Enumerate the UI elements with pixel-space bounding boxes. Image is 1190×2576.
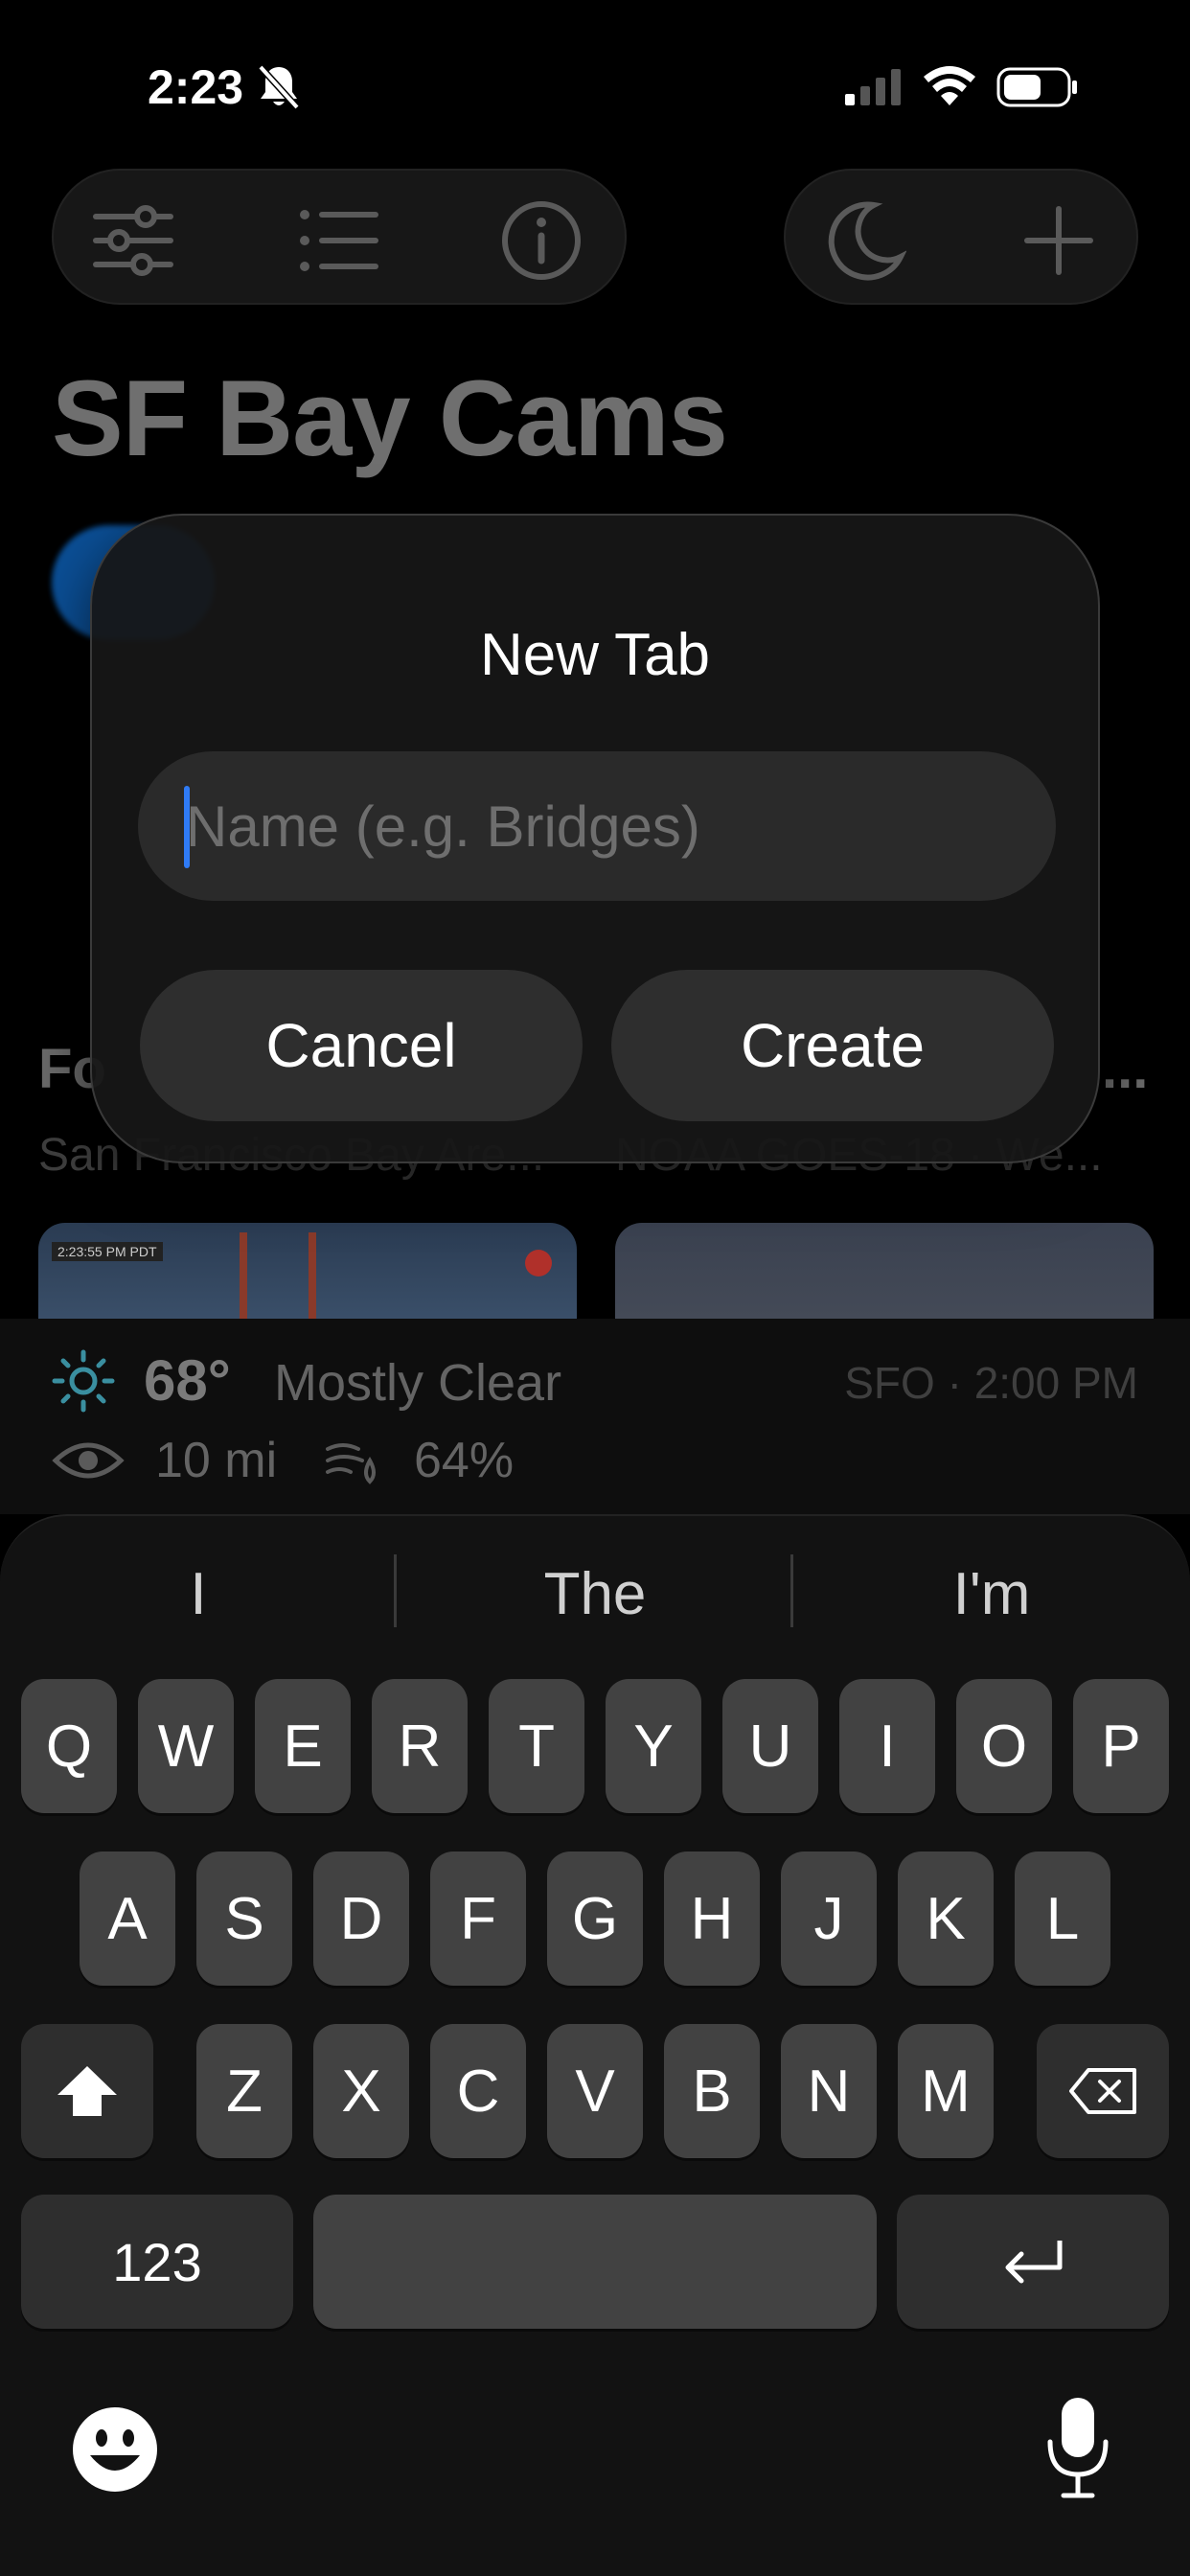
camera-timestamp: 2:23:55 PM PDT bbox=[52, 1242, 163, 1261]
humidity-wind-icon bbox=[326, 1443, 376, 1484]
return-key[interactable] bbox=[897, 2195, 1169, 2329]
key-f[interactable]: F bbox=[430, 1852, 526, 1986]
live-indicator bbox=[525, 1250, 552, 1276]
new-tab-dialog: New Tab Cancel Create bbox=[90, 514, 1100, 1163]
suggestion-2[interactable]: The bbox=[397, 1560, 793, 1628]
camera-card[interactable] bbox=[615, 1223, 1154, 1319]
key-z[interactable]: Z bbox=[196, 2024, 292, 2158]
key-i[interactable]: I bbox=[839, 1679, 935, 1813]
eye-icon bbox=[52, 1442, 125, 1479]
key-a[interactable]: A bbox=[80, 1852, 175, 1986]
cancel-button[interactable]: Cancel bbox=[140, 970, 583, 1121]
shift-key[interactable] bbox=[21, 2024, 153, 2158]
key-t[interactable]: T bbox=[489, 1679, 584, 1813]
key-m[interactable]: M bbox=[898, 2024, 994, 2158]
moon-icon[interactable] bbox=[824, 199, 906, 282]
dialog-title: New Tab bbox=[479, 622, 711, 688]
sun-icon bbox=[52, 1349, 115, 1413]
key-j[interactable]: J bbox=[781, 1852, 877, 1986]
key-c[interactable]: C bbox=[430, 2024, 526, 2158]
numbers-key[interactable]: 123 bbox=[21, 2195, 293, 2329]
key-q[interactable]: Q bbox=[21, 1679, 117, 1813]
key-x[interactable]: X bbox=[313, 2024, 409, 2158]
delete-key[interactable] bbox=[1037, 2024, 1169, 2158]
key-e[interactable]: E bbox=[255, 1679, 351, 1813]
key-v[interactable]: V bbox=[547, 2024, 643, 2158]
key-p[interactable]: P bbox=[1073, 1679, 1169, 1813]
microphone-icon[interactable] bbox=[1044, 2394, 1111, 2501]
return-icon bbox=[1005, 2241, 1063, 2284]
suggestion-3[interactable]: I'm bbox=[793, 1560, 1190, 1628]
key-l[interactable]: L bbox=[1015, 1852, 1110, 1986]
key-u[interactable]: U bbox=[722, 1679, 818, 1813]
key-k[interactable]: K bbox=[898, 1852, 994, 1986]
key-w[interactable]: W bbox=[138, 1679, 234, 1813]
key-y[interactable]: Y bbox=[606, 1679, 701, 1813]
create-button[interactable]: Create bbox=[611, 970, 1054, 1121]
bridge-tower bbox=[240, 1232, 316, 1319]
weather-bar: 68° Mostly Clear SFO · 2:00 PM 10 mi 64% bbox=[0, 1319, 1190, 1514]
key-s[interactable]: S bbox=[196, 1852, 292, 1986]
weather-condition: Mostly Clear bbox=[274, 1354, 562, 1412]
humidity-value: 64% bbox=[414, 1433, 515, 1488]
shift-arrow-icon bbox=[57, 2066, 117, 2116]
list-icon[interactable] bbox=[297, 199, 379, 282]
key-r[interactable]: R bbox=[372, 1679, 468, 1813]
key-n[interactable]: N bbox=[781, 2024, 877, 2158]
toolbar-right-group bbox=[784, 169, 1138, 305]
key-o[interactable]: O bbox=[956, 1679, 1052, 1813]
space-key[interactable] bbox=[313, 2195, 877, 2329]
temperature: 68° bbox=[144, 1348, 231, 1413]
key-g[interactable]: G bbox=[547, 1852, 643, 1986]
key-d[interactable]: D bbox=[313, 1852, 409, 1986]
sliders-icon[interactable] bbox=[92, 199, 174, 282]
weather-station: SFO · 2:00 PM bbox=[844, 1358, 1138, 1408]
key-b[interactable]: B bbox=[664, 2024, 760, 2158]
info-icon[interactable] bbox=[500, 199, 583, 282]
camera-card[interactable]: 2:23:55 PM PDT bbox=[38, 1223, 577, 1319]
plus-icon[interactable] bbox=[1018, 199, 1100, 282]
keyboard: I The I'm Q W E R T Y U I O P A S D F G … bbox=[0, 1514, 1190, 2576]
text-cursor bbox=[184, 786, 190, 868]
page-title: SF Bay Cams bbox=[52, 358, 728, 478]
tab-name-input[interactable] bbox=[138, 751, 1056, 901]
toolbar-left-group bbox=[52, 169, 627, 305]
backspace-icon bbox=[1069, 2068, 1136, 2114]
key-h[interactable]: H bbox=[664, 1852, 760, 1986]
suggestion-1[interactable]: I bbox=[0, 1560, 397, 1628]
emoji-icon[interactable] bbox=[69, 2404, 161, 2496]
visibility-value: 10 mi bbox=[155, 1433, 278, 1488]
section-heading-right: ... bbox=[1102, 1038, 1149, 1100]
